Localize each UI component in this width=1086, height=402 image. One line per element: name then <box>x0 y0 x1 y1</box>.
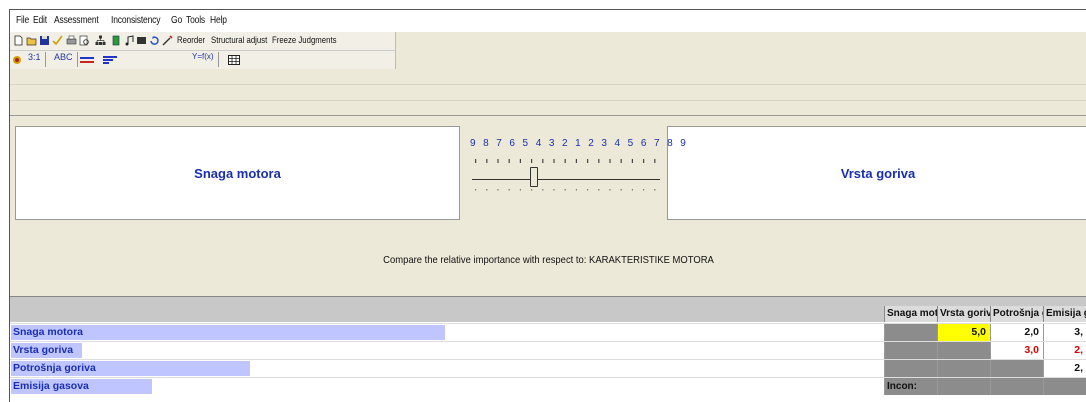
col-header[interactable]: Vrsta goriv <box>937 306 990 322</box>
menu-go[interactable]: Go <box>171 15 182 26</box>
reorder-button[interactable]: Reorder <box>177 35 205 46</box>
row-label: Vrsta goriva <box>13 344 74 356</box>
col-header[interactable]: Snaga mot <box>884 306 937 322</box>
menu-tools[interactable]: Tools <box>186 15 205 26</box>
left-element-box[interactable]: Snaga motora <box>15 126 460 220</box>
open-folder-icon[interactable] <box>26 35 37 46</box>
right-element-label: Vrsta goriva <box>840 165 916 181</box>
scale-ticks-bottom <box>475 189 656 191</box>
matrix-cell <box>990 378 1043 395</box>
grid-icon[interactable] <box>136 35 147 46</box>
col-header[interactable]: Potrošnja g <box>990 306 1043 322</box>
spacer-band <box>10 70 1086 107</box>
freeze-judgments-button[interactable]: Freeze Judgments <box>272 35 337 46</box>
inconsistency-value: Incon: 0,01 <box>884 378 937 395</box>
matrix-cell <box>937 378 990 395</box>
matrix-cell <box>937 360 990 377</box>
app-window: File Edit Assessment Inconsistency Go To… <box>9 9 1086 402</box>
slider-track <box>472 179 660 180</box>
tab-formula[interactable]: Y=f(x) <box>192 52 219 67</box>
row-label: Potrošnja goriva <box>13 362 96 374</box>
menu-edit[interactable]: Edit <box>33 15 47 26</box>
right-element-box[interactable]: Vrsta goriva <box>667 126 1086 220</box>
matrix-cell <box>884 342 937 359</box>
matrix-cell[interactable]: 2, <box>1043 360 1086 377</box>
refresh-icon[interactable] <box>149 35 160 46</box>
matrix-header: Snaga mot Vrsta goriv Potrošnja g Emisij… <box>10 297 1086 322</box>
tab-numerical[interactable]: 3:1 <box>24 52 46 67</box>
menu-inconsistency[interactable]: Inconsistency <box>111 15 160 26</box>
tab-graphical-icon[interactable] <box>80 55 94 65</box>
print-preview-icon[interactable] <box>79 35 90 46</box>
tab-table-icon[interactable] <box>228 55 240 65</box>
menu-assessment[interactable]: Assessment <box>54 15 99 26</box>
matrix-cell-selected[interactable]: 5,0 <box>937 324 990 341</box>
tab-verbal-icon[interactable] <box>12 55 22 65</box>
scale-numbers: 9 8 7 6 5 4 3 2 1 2 3 4 5 6 7 8 9 <box>470 138 689 149</box>
matrix-cell <box>990 360 1043 377</box>
matrix-cell <box>884 360 937 377</box>
comparison-matrix: Snaga mot Vrsta goriv Potrošnja g Emisij… <box>10 296 1086 402</box>
check-icon[interactable] <box>52 35 63 46</box>
new-file-icon[interactable] <box>13 35 24 46</box>
magic-wand-icon[interactable] <box>162 35 173 46</box>
matrix-cell <box>1043 378 1086 395</box>
matrix-cell[interactable]: 3, <box>1043 324 1086 341</box>
matrix-cell <box>937 342 990 359</box>
table-row[interactable]: Vrsta goriva 3,0 2, <box>10 341 1086 359</box>
matrix-cell[interactable]: 3,0 <box>990 342 1043 359</box>
toolbar: Reorder Structural adjust Freeze Judgmen… <box>10 32 396 51</box>
save-icon[interactable] <box>39 35 50 46</box>
row-label: Emisija gasova <box>13 380 89 392</box>
row-label: Snaga motora <box>13 326 84 338</box>
matrix-cell[interactable]: 2, <box>1043 342 1086 359</box>
tab-abc[interactable]: ABC <box>50 52 78 67</box>
matrix-cell <box>884 324 937 341</box>
mode-tabs: 3:1 ABC Y=f(x) <box>10 51 396 69</box>
left-element-label: Snaga motora <box>194 165 281 181</box>
hierarchy-icon[interactable] <box>95 35 106 46</box>
tab-bars-icon[interactable] <box>103 55 117 65</box>
compare-instruction: Compare the relative importance with res… <box>383 254 714 266</box>
matrix-cell[interactable]: 2,0 <box>990 324 1043 341</box>
table-row[interactable]: Snaga motora 5,0 2,0 3, <box>10 323 1086 341</box>
music-note-icon[interactable] <box>124 35 135 46</box>
table-row[interactable]: Potrošnja goriva 2, <box>10 359 1086 377</box>
bar-chart-icon[interactable] <box>111 35 122 46</box>
compare-area: Compare the relative importance with res… <box>10 226 1086 296</box>
table-row[interactable]: Emisija gasova Incon: 0,01 <box>10 377 1086 395</box>
structural-adjust-button[interactable]: Structural adjust <box>211 35 267 46</box>
comparison-scale[interactable]: 9 8 7 6 5 4 3 2 1 2 3 4 5 6 7 8 9 <box>468 134 686 206</box>
col-header[interactable]: Emisija g <box>1043 306 1086 322</box>
menu-file[interactable]: File <box>16 15 29 26</box>
menu-help[interactable]: Help <box>210 15 227 26</box>
print-icon[interactable] <box>66 35 77 46</box>
scale-ticks-top <box>475 159 656 163</box>
slider-thumb[interactable] <box>530 167 538 187</box>
menu-bar: File Edit Assessment Inconsistency Go To… <box>10 10 1086 32</box>
